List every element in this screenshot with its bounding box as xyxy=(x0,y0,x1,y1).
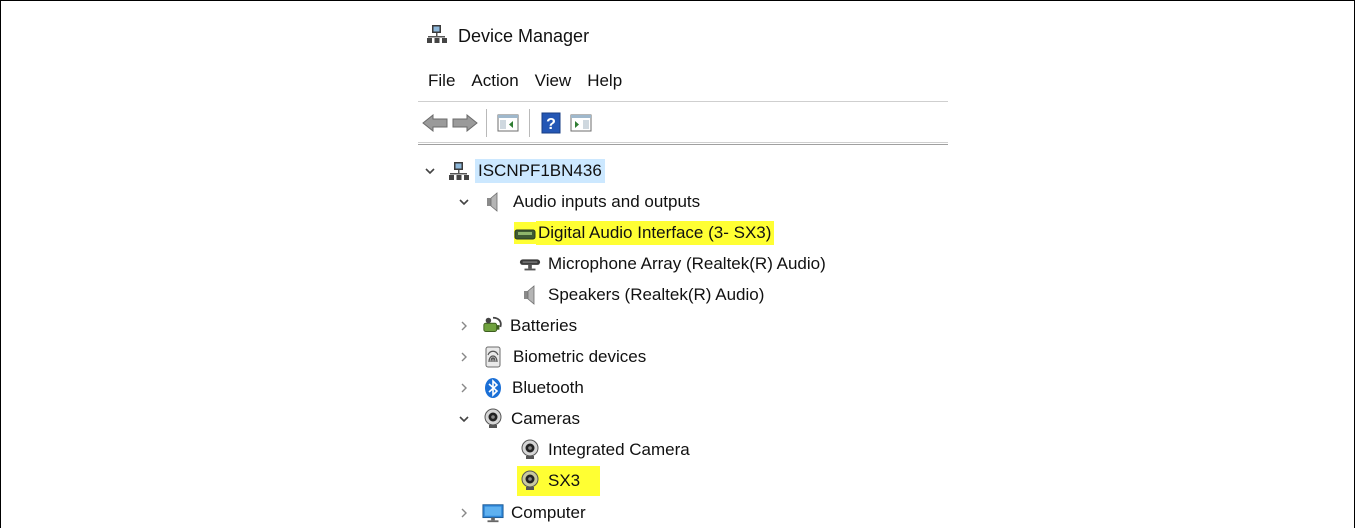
action-pane-icon xyxy=(570,114,592,132)
tree-item-speakers[interactable]: Speakers (Realtek(R) Audio) xyxy=(519,280,767,310)
microphone-icon xyxy=(519,253,541,275)
chevron-down-icon[interactable] xyxy=(456,411,472,427)
help-icon: ? xyxy=(541,112,561,134)
tree-item-label[interactable]: Cameras xyxy=(508,407,583,431)
tree-item-computer[interactable]: Computer xyxy=(456,498,589,528)
tree-item-label[interactable]: Bluetooth xyxy=(509,376,587,400)
chevron-down-icon[interactable] xyxy=(456,194,472,210)
menu-bar: File Action View Help xyxy=(428,68,638,94)
tree-item-microphone-array[interactable]: Microphone Array (Realtek(R) Audio) xyxy=(519,249,829,279)
menu-view[interactable]: View xyxy=(535,71,572,91)
window-title: Device Manager xyxy=(458,25,590,46)
back-arrow-icon xyxy=(422,114,448,132)
toolbar-separator xyxy=(529,109,530,137)
device-manager-app-icon xyxy=(426,23,448,50)
chevron-right-icon[interactable] xyxy=(456,380,472,396)
tree-item-label[interactable]: Microphone Array (Realtek(R) Audio) xyxy=(545,252,829,276)
menu-action[interactable]: Action xyxy=(471,71,518,91)
chevron-right-icon[interactable] xyxy=(456,349,472,365)
computer-network-icon xyxy=(448,160,470,182)
battery-icon xyxy=(482,315,504,337)
title-bar: Device Manager xyxy=(426,24,589,48)
tree-item-label[interactable]: SX3 xyxy=(545,469,601,493)
tree-item-cameras[interactable]: Cameras xyxy=(456,404,583,434)
tree-item-label[interactable]: Digital Audio Interface (3- SX3) xyxy=(536,221,775,245)
tree-root[interactable]: ISCNPF1BN436 xyxy=(422,156,605,186)
tree-root-label[interactable]: ISCNPF1BN436 xyxy=(475,159,605,183)
tree-item-label[interactable]: Batteries xyxy=(507,314,580,338)
tree-item-label[interactable]: Biometric devices xyxy=(510,345,649,369)
forward-button[interactable] xyxy=(450,108,480,138)
webcam-icon xyxy=(482,408,504,430)
forward-arrow-icon xyxy=(452,114,478,132)
tree-item-biometric-devices[interactable]: Biometric devices xyxy=(456,342,649,372)
tree-item-sx3[interactable]: SX3 xyxy=(517,466,601,496)
chevron-right-icon[interactable] xyxy=(456,318,472,334)
webcam-icon xyxy=(519,439,541,461)
menu-file[interactable]: File xyxy=(428,71,455,91)
tree-item-digital-audio-interface[interactable]: Digital Audio Interface (3- SX3) xyxy=(514,218,775,248)
back-button[interactable] xyxy=(420,108,450,138)
toolbar-divider-shadow xyxy=(418,144,948,145)
audio-interface-icon xyxy=(514,222,536,244)
tree-item-label[interactable]: Speakers (Realtek(R) Audio) xyxy=(545,283,767,307)
show-hide-console-tree-button[interactable] xyxy=(493,108,523,138)
tree-item-label[interactable]: Integrated Camera xyxy=(545,438,693,462)
console-tree-icon xyxy=(497,114,519,132)
tree-item-integrated-camera[interactable]: Integrated Camera xyxy=(519,435,693,465)
tree-item-batteries[interactable]: Batteries xyxy=(456,311,580,341)
fingerprint-icon xyxy=(482,346,504,368)
menu-divider xyxy=(418,101,948,102)
chevron-right-icon[interactable] xyxy=(456,505,472,521)
toolbar-divider xyxy=(418,142,948,143)
webcam-icon xyxy=(519,470,541,492)
tree-item-label[interactable]: Computer xyxy=(508,501,589,525)
tree-item-label[interactable]: Audio inputs and outputs xyxy=(510,190,703,214)
menu-help[interactable]: Help xyxy=(587,71,622,91)
speaker-icon xyxy=(519,284,541,306)
tree-item-bluetooth[interactable]: Bluetooth xyxy=(456,373,587,403)
help-button[interactable]: ? xyxy=(536,108,566,138)
tree-item-audio-inputs-outputs[interactable]: Audio inputs and outputs xyxy=(456,187,703,217)
device-manager-window: Device Manager File Action View Help ? I… xyxy=(418,0,948,528)
toolbar-separator xyxy=(486,109,487,137)
chevron-down-icon[interactable] xyxy=(422,163,438,179)
show-hide-action-pane-button[interactable] xyxy=(566,108,596,138)
svg-text:?: ? xyxy=(546,116,556,133)
toolbar: ? xyxy=(418,106,950,140)
bluetooth-icon xyxy=(482,377,504,399)
speaker-icon xyxy=(482,191,504,213)
monitor-icon xyxy=(482,502,504,524)
